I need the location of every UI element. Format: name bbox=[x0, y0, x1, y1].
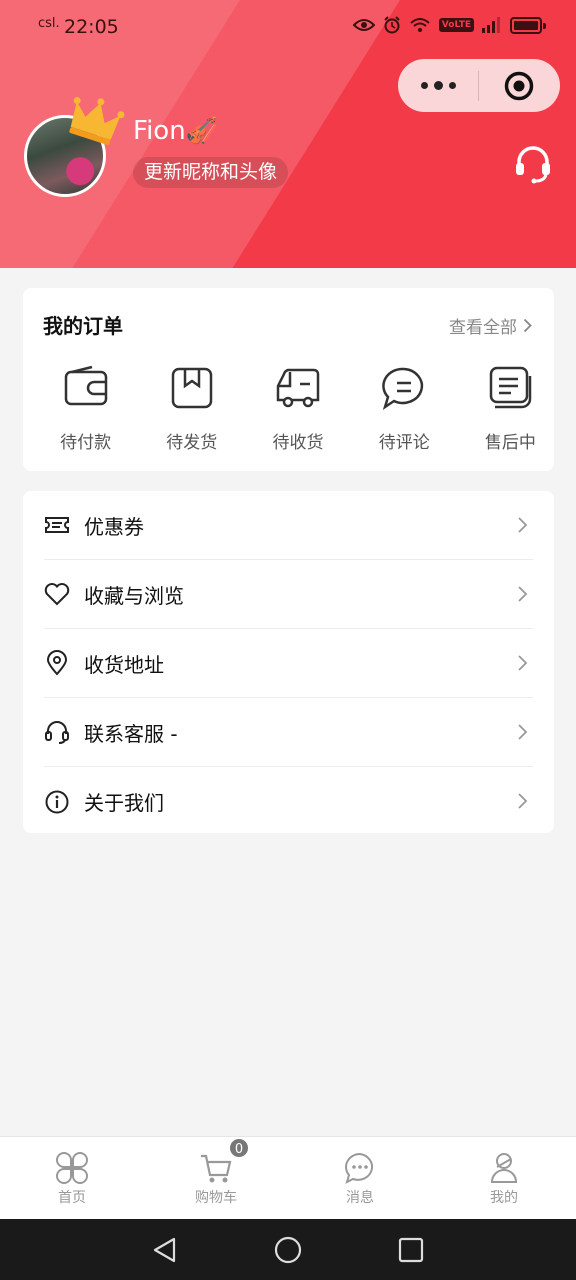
orders-card: 我的订单 查看全部 待付款 待发货 待收货 待评论 售后中 bbox=[23, 288, 554, 471]
heart-icon bbox=[44, 583, 70, 606]
carrier-label: csl. bbox=[38, 16, 60, 31]
order-status-row: 待付款 待发货 待收货 待评论 售后中 bbox=[23, 364, 554, 453]
volte-icon: VoLTE bbox=[438, 18, 474, 32]
system-nav-bar bbox=[0, 1219, 576, 1280]
menu-item-label: 关于我们 bbox=[84, 791, 164, 815]
chevron-right-icon bbox=[518, 517, 528, 533]
order-pending-review[interactable]: 待评论 bbox=[361, 364, 448, 453]
nickname: Fion🎻 bbox=[133, 116, 219, 146]
signal-icon bbox=[482, 17, 500, 33]
info-icon bbox=[45, 790, 69, 813]
status-bar: csl. 22:05 VoLTE bbox=[0, 0, 576, 56]
order-pending-shipment[interactable]: 待发货 bbox=[148, 364, 235, 453]
order-status-label: 待收货 bbox=[272, 433, 324, 453]
headset-icon[interactable] bbox=[512, 142, 554, 184]
message-icon bbox=[345, 1152, 374, 1184]
profile-header: csl. 22:05 VoLTE Fion🎻 更新昵称和头像 bbox=[0, 0, 576, 268]
battery-icon bbox=[510, 16, 546, 34]
alarm-icon bbox=[384, 16, 400, 34]
tab-messages[interactable]: 消息 bbox=[288, 1137, 432, 1220]
menu-item-label: 联系客服 - bbox=[84, 721, 178, 746]
order-pending-receipt[interactable]: 待收货 bbox=[254, 364, 341, 453]
menu-item-label: 收藏与浏览 bbox=[84, 583, 184, 608]
chevron-right-icon bbox=[518, 793, 528, 809]
home-clover-icon bbox=[56, 1152, 88, 1184]
location-icon bbox=[46, 650, 68, 676]
home-circle-icon[interactable] bbox=[273, 1235, 303, 1265]
menu-item-about[interactable]: 关于我们 bbox=[44, 767, 533, 836]
tab-label: 我的 bbox=[490, 1190, 518, 1206]
orders-title: 我的订单 bbox=[43, 314, 123, 338]
after-sales-icon bbox=[490, 366, 532, 409]
headset-icon bbox=[45, 721, 69, 744]
menu-item-address[interactable]: 收货地址 bbox=[44, 629, 533, 698]
tab-label: 消息 bbox=[346, 1190, 374, 1206]
order-after-sales[interactable]: 售后中 bbox=[467, 364, 554, 453]
chevron-right-icon bbox=[518, 655, 528, 671]
menu-item-label: 优惠券 bbox=[84, 514, 144, 539]
tab-cart[interactable]: 0 购物车 bbox=[144, 1137, 288, 1220]
wallet-icon bbox=[64, 365, 107, 406]
chevron-right-icon bbox=[518, 724, 528, 740]
view-all-orders-link[interactable]: 查看全部 bbox=[449, 313, 532, 338]
chevron-right-icon bbox=[523, 318, 532, 333]
target-circle-icon[interactable] bbox=[479, 59, 559, 112]
bottom-tab-bar: 首页 0 购物车 消息 我的 bbox=[0, 1136, 576, 1219]
user-icon bbox=[490, 1152, 518, 1183]
view-all-label: 查看全部 bbox=[449, 318, 517, 338]
order-status-label: 待发货 bbox=[166, 433, 218, 453]
status-time: 22:05 bbox=[64, 16, 119, 38]
cart-icon bbox=[201, 1154, 232, 1183]
menu-item-customer-service[interactable]: 联系客服 - bbox=[44, 698, 533, 767]
menu-item-favorites[interactable]: 收藏与浏览 bbox=[44, 560, 533, 629]
comment-icon bbox=[382, 367, 424, 410]
menu-card: 优惠券 收藏与浏览 收货地址 联系客服 - 关于我们 bbox=[23, 491, 554, 833]
more-dots-icon[interactable] bbox=[398, 59, 478, 112]
tab-label: 购物车 bbox=[195, 1190, 237, 1206]
menu-item-label: 收货地址 bbox=[84, 652, 164, 677]
truck-icon bbox=[276, 368, 320, 408]
edit-profile-button[interactable]: 更新昵称和头像 bbox=[133, 157, 289, 188]
order-status-label: 待评论 bbox=[378, 433, 430, 453]
cart-count-badge: 0 bbox=[228, 1137, 250, 1159]
menu-item-coupons[interactable]: 优惠券 bbox=[44, 491, 533, 560]
miniprogram-capsule bbox=[398, 59, 560, 112]
order-pending-payment[interactable]: 待付款 bbox=[42, 364, 129, 453]
back-icon[interactable] bbox=[150, 1235, 180, 1265]
eye-icon bbox=[352, 19, 375, 31]
status-icons: VoLTE bbox=[352, 16, 546, 34]
tab-home[interactable]: 首页 bbox=[0, 1137, 144, 1220]
order-status-label: 待付款 bbox=[60, 433, 112, 453]
tab-label: 首页 bbox=[58, 1190, 86, 1206]
box-icon bbox=[171, 367, 213, 409]
recents-square-icon[interactable] bbox=[396, 1235, 426, 1265]
tab-me[interactable]: 我的 bbox=[432, 1137, 576, 1220]
chevron-right-icon bbox=[518, 586, 528, 602]
order-status-label: 售后中 bbox=[484, 433, 536, 453]
wifi-icon bbox=[410, 18, 430, 32]
ticket-icon bbox=[45, 517, 69, 533]
